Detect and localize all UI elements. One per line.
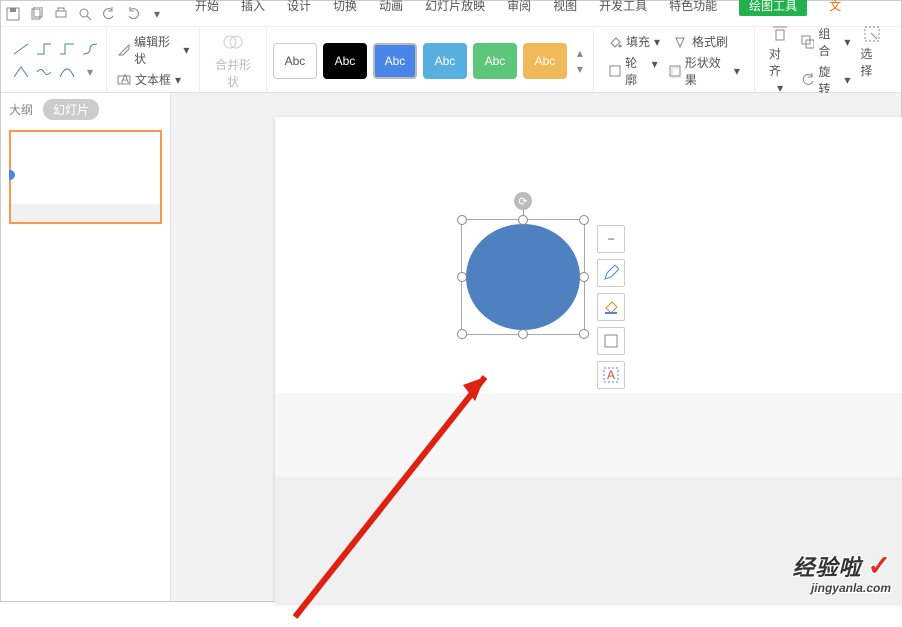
style-swatch-5[interactable]: Abc bbox=[473, 43, 517, 79]
tab-view[interactable]: 视图 bbox=[553, 0, 577, 16]
circle-shape[interactable] bbox=[466, 224, 580, 330]
slide-navigator: 大纲 幻灯片 bbox=[1, 93, 171, 601]
rotate-label: 旋转 bbox=[818, 63, 840, 97]
undo-icon[interactable] bbox=[101, 6, 117, 22]
merge-shapes-button: 合并形状 bbox=[206, 30, 260, 92]
resize-handle-br[interactable] bbox=[579, 329, 589, 339]
preview-icon[interactable] bbox=[77, 6, 93, 22]
edit-pencil-icon[interactable] bbox=[597, 259, 625, 287]
connector-3-icon[interactable] bbox=[57, 39, 77, 59]
connector-7-icon[interactable] bbox=[57, 62, 77, 82]
connector-5-icon[interactable] bbox=[11, 62, 31, 82]
select-button[interactable]: 选择 bbox=[860, 25, 883, 97]
resize-handle-r[interactable] bbox=[579, 272, 589, 282]
edit-shape-label: 编辑形状 bbox=[134, 33, 179, 67]
dropdown-icon[interactable]: ▾ bbox=[149, 6, 165, 22]
fill-bucket-icon[interactable] bbox=[597, 293, 625, 321]
connector-1-icon[interactable] bbox=[11, 39, 31, 59]
text-effect-icon[interactable]: A bbox=[597, 361, 625, 389]
print-icon[interactable] bbox=[53, 6, 69, 22]
style-swatch-6[interactable]: Abc bbox=[523, 43, 567, 79]
style-swatch-4[interactable]: Abc bbox=[423, 43, 467, 79]
align-button[interactable]: 对齐▾ bbox=[769, 25, 792, 97]
connector-2-icon[interactable] bbox=[34, 39, 54, 59]
merge-group: 合并形状 bbox=[200, 29, 267, 92]
canvas-area: ⟳ − A 经验啦✓ jingyanla.com bbox=[171, 93, 901, 601]
align-label: 对齐 bbox=[769, 45, 792, 79]
rotate-handle-icon[interactable]: ⟳ bbox=[514, 192, 532, 210]
tab-review[interactable]: 审阅 bbox=[507, 0, 531, 16]
tab-dev[interactable]: 开发工具 bbox=[599, 0, 647, 16]
style-swatch-2[interactable]: Abc bbox=[323, 43, 367, 79]
text-box-button[interactable]: A 文本框 ▾ bbox=[113, 69, 193, 90]
tab-start[interactable]: 开始 bbox=[195, 0, 219, 16]
tab-text[interactable]: 文 bbox=[829, 0, 841, 16]
tab-transition[interactable]: 切换 bbox=[333, 0, 357, 16]
more-shapes-icon[interactable]: ▾ bbox=[80, 62, 100, 82]
fill-button[interactable]: 填充 ▾ 格式刷 bbox=[608, 33, 740, 50]
select-label: 选择 bbox=[860, 45, 883, 79]
style-gallery-group: Abc Abc Abc Abc Abc Abc ▴▾ bbox=[267, 29, 594, 92]
copy-icon[interactable] bbox=[29, 6, 45, 22]
outline-label: 轮廓 bbox=[625, 54, 648, 88]
connector-6-icon[interactable] bbox=[34, 62, 54, 82]
style-swatch-1[interactable]: Abc bbox=[273, 43, 317, 79]
fill-outline-group: 填充 ▾ 格式刷 轮廓 ▾ 形状效果 ▾ bbox=[594, 29, 755, 92]
slide-canvas[interactable]: ⟳ − A bbox=[275, 117, 902, 603]
resize-handle-t[interactable] bbox=[518, 215, 528, 225]
ribbon: ▾ 编辑形状 ▾ A 文本框 ▾ 合并形状 Abc Abc Abc Abc Ab… bbox=[1, 29, 901, 93]
floating-toolbar: − A bbox=[597, 225, 625, 389]
format-painter-label: 格式刷 bbox=[692, 33, 728, 50]
watermark-url: jingyanla.com bbox=[793, 582, 891, 595]
tab-animate[interactable]: 动画 bbox=[379, 0, 403, 16]
resize-handle-tr[interactable] bbox=[579, 215, 589, 225]
group-button[interactable]: 组合 ▾ bbox=[801, 25, 850, 59]
slide-thumbnail-1[interactable] bbox=[9, 130, 162, 224]
arrange-group: 对齐▾ 组合 ▾ 旋转 ▾ 选择 bbox=[755, 29, 897, 92]
collapse-icon[interactable]: − bbox=[597, 225, 625, 253]
outline-rect-icon[interactable] bbox=[597, 327, 625, 355]
watermark-brand: 经验啦 bbox=[793, 555, 862, 580]
resize-handle-l[interactable] bbox=[457, 272, 467, 282]
merge-shapes-label: 合并形状 bbox=[210, 56, 256, 90]
shape-presets-group: ▾ bbox=[5, 29, 107, 92]
group-label: 组合 bbox=[818, 25, 840, 59]
edit-shape-group: 编辑形状 ▾ A 文本框 ▾ bbox=[107, 29, 200, 92]
tab-insert[interactable]: 插入 bbox=[241, 0, 265, 16]
shape-effects-label: 形状效果 bbox=[685, 54, 730, 88]
outline-button[interactable]: 轮廓 ▾ 形状效果 ▾ bbox=[608, 54, 740, 88]
resize-handle-tl[interactable] bbox=[457, 215, 467, 225]
tab-design[interactable]: 设计 bbox=[287, 0, 311, 16]
checkmark-icon: ✓ bbox=[868, 550, 891, 581]
save-icon[interactable] bbox=[5, 6, 21, 22]
watermark: 经验啦✓ jingyanla.com bbox=[793, 551, 891, 595]
edit-shape-button[interactable]: 编辑形状 ▾ bbox=[113, 31, 193, 69]
outline-tab[interactable]: 大纲 bbox=[9, 101, 33, 118]
rotate-button[interactable]: 旋转 ▾ bbox=[801, 63, 850, 97]
shape-selection[interactable]: ⟳ bbox=[461, 219, 585, 335]
redo-icon[interactable] bbox=[125, 6, 141, 22]
quick-access-toolbar: ▾ 开始 插入 设计 切换 动画 幻灯片放映 审阅 视图 开发工具 特色功能 绘… bbox=[1, 1, 901, 27]
tab-drawing-tools[interactable]: 绘图工具 bbox=[739, 0, 807, 16]
connector-4-icon[interactable] bbox=[80, 39, 100, 59]
shape-gallery[interactable]: ▾ bbox=[11, 39, 100, 82]
svg-text:A: A bbox=[607, 368, 615, 382]
tab-feature[interactable]: 特色功能 bbox=[669, 0, 717, 16]
text-box-label: 文本框 bbox=[135, 71, 171, 88]
style-swatch-3[interactable]: Abc bbox=[373, 43, 417, 79]
slides-tab[interactable]: 幻灯片 bbox=[43, 99, 99, 120]
svg-text:A: A bbox=[121, 73, 129, 86]
resize-handle-b[interactable] bbox=[518, 329, 528, 339]
fill-label: 填充 bbox=[626, 33, 650, 50]
gallery-scroll[interactable]: ▴▾ bbox=[573, 46, 587, 76]
tab-slideshow[interactable]: 幻灯片放映 bbox=[425, 0, 485, 16]
resize-handle-bl[interactable] bbox=[457, 329, 467, 339]
